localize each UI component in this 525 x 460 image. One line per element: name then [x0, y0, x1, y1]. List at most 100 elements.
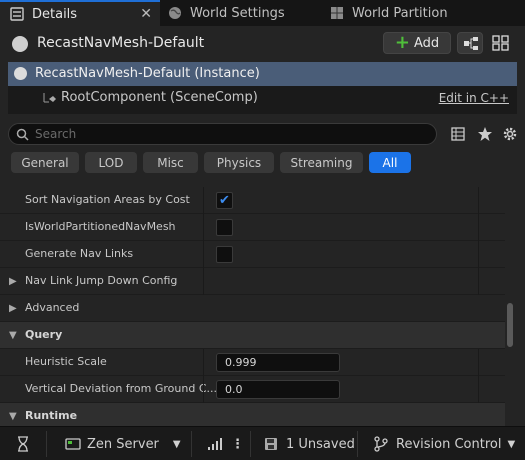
column-divider: [203, 241, 204, 268]
separator: [191, 431, 192, 457]
more-options-icon[interactable]: ⋮: [231, 437, 244, 452]
category-header-runtime[interactable]: ▼ Runtime: [0, 403, 505, 426]
tab-bar: Details ✕ World Settings World Partition: [0, 0, 525, 26]
heuristic-scale-input[interactable]: 0.999: [216, 353, 340, 372]
check-icon: ✔: [219, 193, 230, 208]
revision-control-dropdown[interactable]: Revision Control ▼: [374, 427, 515, 460]
revision-label: Revision Control: [396, 436, 502, 452]
details-icon: [10, 7, 24, 21]
column-divider: [203, 214, 204, 241]
category-filters: General LOD Misc Physics Streaming All: [0, 152, 525, 176]
scene-component-icon: [41, 90, 57, 106]
vertical-deviation-input[interactable]: 0.0: [216, 380, 340, 399]
filter-streaming[interactable]: Streaming: [280, 152, 363, 173]
grid-view-button[interactable]: [489, 32, 513, 54]
search-box[interactable]: [8, 123, 437, 145]
property-row-expandable[interactable]: ▶ Nav Link Jump Down Config: [0, 268, 505, 295]
advanced-group-row[interactable]: ▶ Advanced: [0, 295, 505, 322]
unsaved-label: 1 Unsaved: [286, 436, 355, 452]
globe-icon: [168, 6, 182, 20]
add-component-button[interactable]: + Add: [383, 32, 451, 54]
column-divider: [203, 376, 204, 403]
property-row-partial: [0, 181, 505, 186]
expand-arrow-icon[interactable]: ▶: [9, 303, 17, 314]
property-matrix-icon[interactable]: [450, 126, 466, 142]
generate-nav-links-checkbox[interactable]: [216, 246, 233, 263]
sort-nav-areas-checkbox[interactable]: ✔: [216, 192, 233, 209]
tab-world-settings[interactable]: World Settings: [168, 0, 318, 26]
server-icon: [65, 438, 81, 450]
tree-item-rootcomponent[interactable]: RootComponent (SceneComp) Edit in C++: [8, 86, 517, 110]
category-name: Query: [25, 328, 63, 341]
trace-icon: [208, 438, 222, 450]
property-name: IsWorldPartitionedNavMesh: [25, 220, 176, 233]
tab-world-partition[interactable]: World Partition: [330, 0, 490, 26]
add-label: Add: [413, 35, 440, 51]
property-name: Nav Link Jump Down Config: [25, 274, 178, 287]
property-row: Sort Navigation Areas by Cost ✔: [0, 187, 505, 214]
property-row: IsWorldPartitionedNavMesh: [0, 214, 505, 241]
group-name: Advanced: [25, 301, 80, 314]
chevron-down-icon: ▼: [507, 438, 516, 450]
actor-title: RecastNavMesh-Default: [37, 35, 205, 51]
filter-misc[interactable]: Misc: [143, 152, 198, 173]
column-divider: [203, 349, 204, 376]
tree-item-label: RootComponent (SceneComp): [61, 90, 258, 105]
column-divider: [478, 376, 479, 403]
property-row: Generate Nav Links: [0, 241, 505, 268]
unsaved-button[interactable]: 1 Unsaved: [264, 427, 355, 460]
trace-button[interactable]: ⋮: [207, 427, 244, 460]
server-label: Zen Server: [87, 436, 159, 452]
favorite-star-icon[interactable]: [477, 126, 493, 142]
status-bar: Zen Server ▼ ⋮ 1 Unsaved Revision Contro…: [0, 426, 525, 460]
separator: [357, 431, 358, 457]
category-name: Runtime: [25, 409, 78, 422]
column-divider: [478, 268, 479, 295]
column-divider: [478, 241, 479, 268]
property-name: Vertical Deviation from Ground C...: [25, 382, 218, 395]
chevron-down-icon: ▼: [172, 438, 181, 450]
grid-icon: [492, 35, 509, 51]
branch-icon: [374, 436, 388, 452]
actor-icon: [12, 36, 28, 52]
property-name: Sort Navigation Areas by Cost: [25, 193, 190, 206]
column-divider: [203, 187, 204, 214]
hourglass-icon: [18, 436, 28, 452]
gear-icon[interactable]: [502, 126, 518, 142]
scrollbar-thumb[interactable]: [507, 303, 513, 347]
tab-details[interactable]: Details ✕: [0, 0, 160, 26]
filter-physics[interactable]: Physics: [204, 152, 274, 173]
plus-icon: +: [394, 32, 410, 53]
collapse-arrow-icon[interactable]: ▼: [9, 411, 17, 422]
property-name: Heuristic Scale: [25, 355, 107, 368]
zen-server-dropdown[interactable]: Zen Server ▼: [65, 427, 181, 460]
tree-item-root[interactable]: RecastNavMesh-Default (Instance): [8, 62, 517, 86]
category-header-query[interactable]: ▼ Query: [0, 322, 505, 349]
separator: [46, 431, 47, 457]
edit-in-cpp-link[interactable]: Edit in C++: [439, 91, 509, 105]
blueprint-button[interactable]: [457, 32, 483, 54]
close-icon[interactable]: ✕: [140, 6, 152, 22]
search-input[interactable]: [35, 126, 425, 142]
property-list: Sort Navigation Areas by Cost ✔ IsWorldP…: [0, 181, 505, 426]
save-icon: [265, 438, 277, 450]
column-divider: [478, 349, 479, 376]
filter-lod[interactable]: LOD: [85, 152, 137, 173]
is-world-partitioned-checkbox[interactable]: [216, 219, 233, 236]
column-divider: [478, 214, 479, 241]
actor-icon: [14, 67, 27, 80]
filter-all[interactable]: All: [369, 152, 411, 173]
collapse-arrow-icon[interactable]: ▼: [9, 330, 17, 341]
property-row: Vertical Deviation from Ground C... 0.0: [0, 376, 505, 403]
column-divider: [478, 187, 479, 214]
filter-general[interactable]: General: [11, 152, 79, 173]
tree-item-label: RecastNavMesh-Default (Instance): [35, 66, 260, 81]
expand-arrow-icon[interactable]: ▶: [9, 276, 17, 287]
tab-label: Details: [32, 6, 78, 22]
component-tree: RecastNavMesh-Default (Instance) RootCom…: [8, 62, 517, 114]
world-partition-icon: [330, 6, 344, 20]
column-divider: [203, 268, 204, 295]
blueprint-icon: [464, 37, 478, 50]
derived-data-button[interactable]: [16, 427, 30, 460]
property-row: Heuristic Scale 0.999: [0, 349, 505, 376]
